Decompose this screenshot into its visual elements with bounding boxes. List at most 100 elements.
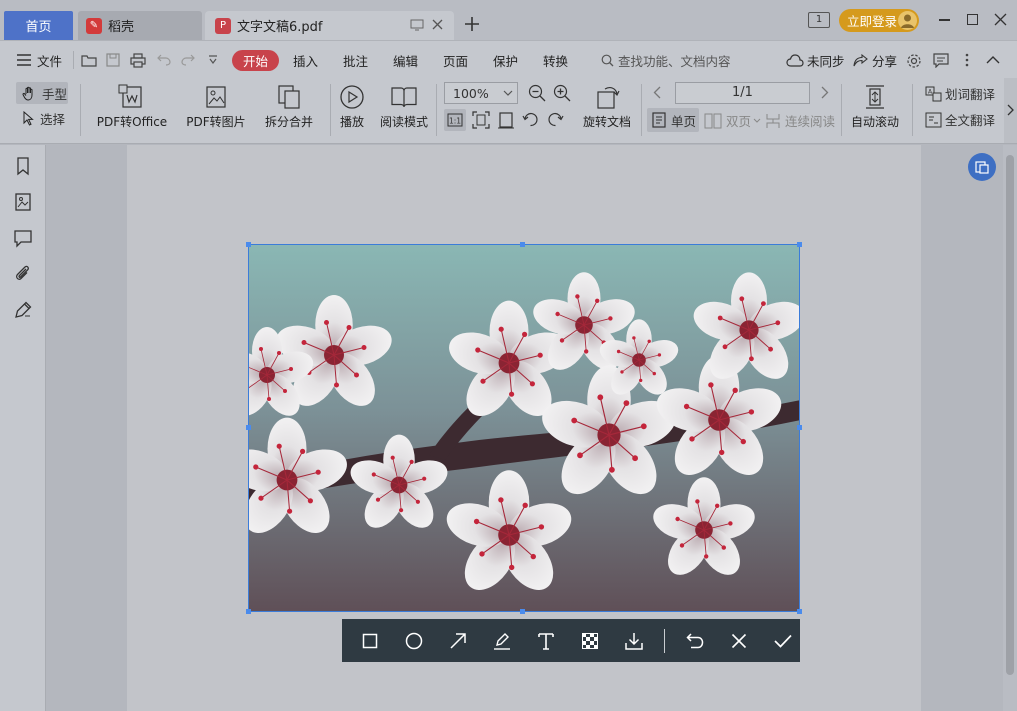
resize-handle[interactable] bbox=[246, 242, 251, 247]
pdf-to-image-button[interactable]: PDF转图片 bbox=[185, 84, 247, 130]
rotate-right-icon[interactable] bbox=[547, 111, 564, 128]
file-menu[interactable]: 文件 bbox=[16, 41, 62, 79]
single-page-label: 单页 bbox=[671, 113, 697, 129]
zoom-select[interactable]: 100% bbox=[444, 82, 518, 104]
confirm-check-icon[interactable] bbox=[761, 619, 805, 662]
fit-width-icon[interactable] bbox=[497, 111, 515, 129]
double-page-button[interactable]: 双页 bbox=[704, 111, 761, 130]
new-tab-plus-icon[interactable] bbox=[463, 15, 481, 33]
save-icon[interactable] bbox=[106, 53, 120, 67]
rectangle-tool-icon[interactable] bbox=[348, 619, 392, 662]
pdf-to-office-button[interactable]: PDF转Office bbox=[92, 84, 172, 130]
print-icon[interactable] bbox=[130, 53, 146, 68]
tab-insert[interactable]: 插入 bbox=[293, 41, 318, 79]
vertical-scrollbar[interactable] bbox=[1003, 145, 1017, 711]
feedback-icon[interactable] bbox=[933, 53, 949, 68]
settings-gear-icon[interactable] bbox=[906, 53, 922, 69]
resize-handle[interactable] bbox=[246, 609, 251, 614]
daoke-logo-icon: ✎ bbox=[86, 17, 102, 34]
split-merge-button[interactable]: 拆分合并 bbox=[258, 84, 320, 130]
translate-icon: A bbox=[925, 86, 942, 101]
page-number-input[interactable]: 1/1 bbox=[675, 82, 810, 104]
cherry-blossom-image[interactable] bbox=[248, 244, 800, 612]
redo-icon[interactable] bbox=[181, 54, 195, 66]
mosaic-tool-icon[interactable] bbox=[568, 619, 612, 662]
book-icon bbox=[391, 87, 417, 108]
pen-tool-icon[interactable] bbox=[480, 619, 524, 662]
login-button[interactable]: 立即登录 bbox=[839, 9, 919, 32]
close-window-icon[interactable] bbox=[994, 13, 1007, 26]
attachment-icon[interactable] bbox=[13, 263, 33, 283]
close-tab-icon[interactable] bbox=[431, 18, 444, 31]
window-badge-icon[interactable]: 1 bbox=[808, 12, 830, 28]
tab-home[interactable]: 首页 bbox=[4, 11, 73, 40]
fit-page-icon[interactable] bbox=[472, 111, 490, 129]
scrollbar-thumb[interactable] bbox=[1006, 155, 1014, 675]
share-button[interactable]: 分享 bbox=[853, 41, 897, 79]
rotate-document-button[interactable]: 旋转文档 bbox=[581, 84, 633, 130]
auto-scroll-button[interactable]: 自动滚动 bbox=[846, 84, 904, 130]
cancel-icon[interactable] bbox=[717, 619, 761, 662]
zoom-out-icon[interactable] bbox=[528, 84, 546, 102]
sync-button[interactable]: 未同步 bbox=[786, 41, 845, 79]
single-page-icon bbox=[652, 112, 666, 128]
tab-edit-label: 编辑 bbox=[393, 53, 419, 69]
undo-icon[interactable] bbox=[157, 54, 171, 66]
tab-convert[interactable]: 转换 bbox=[543, 41, 568, 79]
double-page-icon bbox=[704, 113, 722, 128]
ribbon-scroll-right[interactable] bbox=[1004, 78, 1017, 143]
actual-size-icon[interactable]: 1:1 bbox=[444, 109, 466, 131]
next-page-icon[interactable] bbox=[821, 86, 829, 99]
resize-handle[interactable] bbox=[797, 242, 802, 247]
collapse-ribbon-icon[interactable] bbox=[986, 55, 1000, 64]
resize-handle[interactable] bbox=[797, 609, 802, 614]
comment-icon[interactable] bbox=[13, 228, 33, 248]
tab-edit[interactable]: 编辑 bbox=[393, 41, 418, 79]
zoom-in-icon[interactable] bbox=[553, 84, 571, 102]
arrow-tool-icon[interactable] bbox=[436, 619, 480, 662]
hand-tool-button[interactable]: 手型 bbox=[16, 82, 68, 104]
more-vertical-icon[interactable] bbox=[965, 53, 969, 67]
ellipse-tool-icon[interactable] bbox=[392, 619, 436, 662]
auto-scroll-icon bbox=[866, 85, 884, 109]
tab-start[interactable]: 开始 bbox=[232, 50, 279, 71]
cloud-icon bbox=[786, 53, 804, 67]
signature-pen-icon[interactable] bbox=[13, 300, 33, 320]
resize-handle[interactable] bbox=[520, 242, 525, 247]
undo-annotation-icon[interactable] bbox=[673, 619, 717, 662]
customize-dropdown-icon[interactable] bbox=[208, 55, 218, 65]
full-translate-button[interactable]: 全文翻译 bbox=[925, 110, 995, 129]
monitor-icon[interactable] bbox=[410, 19, 424, 31]
word-translate-button[interactable]: A 划词翻译 bbox=[925, 84, 995, 103]
tab-document[interactable]: P 文字文稿6.pdf bbox=[205, 11, 454, 40]
text-tool-icon[interactable] bbox=[524, 619, 568, 662]
minimize-icon[interactable] bbox=[939, 19, 950, 21]
resize-handle[interactable] bbox=[797, 425, 802, 430]
read-mode-button[interactable]: 阅读模式 bbox=[378, 84, 430, 130]
tab-protect[interactable]: 保护 bbox=[493, 41, 518, 79]
tab-daoke[interactable]: ✎ 稻壳 bbox=[78, 11, 202, 40]
resize-handle[interactable] bbox=[520, 609, 525, 614]
tab-annotate[interactable]: 批注 bbox=[343, 41, 368, 79]
continuous-read-button[interactable]: 连续阅读 bbox=[766, 111, 835, 130]
single-page-button[interactable]: 单页 bbox=[647, 108, 699, 132]
open-folder-icon[interactable] bbox=[81, 53, 97, 67]
divider bbox=[80, 84, 81, 136]
search-box[interactable]: 查找功能、文档内容 bbox=[601, 41, 731, 79]
select-tool-button[interactable]: 选择 bbox=[22, 109, 65, 128]
bookmark-icon[interactable] bbox=[13, 156, 33, 176]
download-icon[interactable] bbox=[612, 619, 656, 662]
continuous-read-icon bbox=[766, 113, 780, 128]
divider bbox=[641, 84, 642, 136]
prev-page-icon[interactable] bbox=[653, 86, 661, 99]
resize-handle[interactable] bbox=[246, 425, 251, 430]
play-button[interactable]: 播放 bbox=[336, 84, 368, 130]
read-mode-label: 阅读模式 bbox=[379, 115, 428, 129]
rotate-left-icon[interactable] bbox=[522, 111, 539, 128]
left-sidebar bbox=[0, 145, 46, 711]
thumbnail-icon[interactable] bbox=[13, 192, 33, 212]
tab-page[interactable]: 页面 bbox=[443, 41, 468, 79]
divider bbox=[912, 84, 913, 136]
floating-tool-button[interactable] bbox=[968, 153, 996, 181]
maximize-icon[interactable] bbox=[967, 14, 978, 25]
